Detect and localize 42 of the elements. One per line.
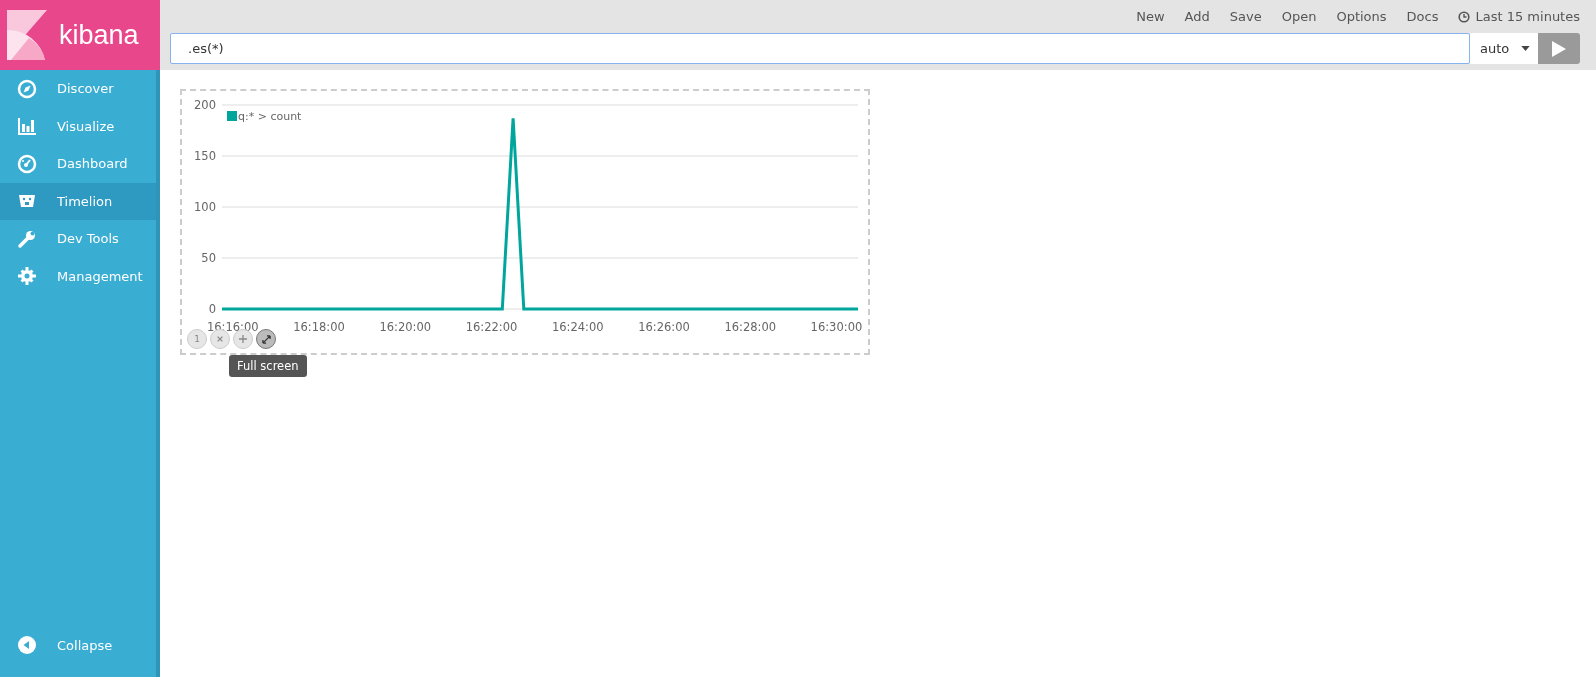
collapse-icon <box>17 635 37 656</box>
expression-input[interactable]: .es(*) <box>170 33 1470 64</box>
tooltip: Full screen <box>229 355 307 377</box>
x-tick-label: 16:16:00 <box>206 320 259 334</box>
menu-link[interactable]: New <box>1136 9 1165 24</box>
nav-item[interactable]: Timelion <box>0 182 156 220</box>
x-tick-label: 16:20:00 <box>379 320 432 334</box>
brand-name: kibana <box>59 19 139 51</box>
y-tick-label: 50 <box>201 251 216 265</box>
logo-icon <box>7 10 47 60</box>
time-picker[interactable]: Last 15 minutes <box>1458 9 1580 24</box>
x-tick-label: 16:22:00 <box>465 320 518 334</box>
bar-chart-icon <box>17 116 37 137</box>
gauge-icon <box>17 153 37 174</box>
menu-link[interactable]: Docs <box>1406 9 1439 24</box>
x-tick-label: 16:18:00 <box>293 320 345 334</box>
y-tick-label: 100 <box>194 200 216 214</box>
x-tick-label: 16:26:00 <box>638 320 690 334</box>
x-tick-label: 16:28:00 <box>724 320 777 334</box>
interval-select[interactable]: auto <box>1470 33 1538 64</box>
play-icon <box>1552 40 1566 57</box>
reset-button[interactable] <box>210 329 230 349</box>
menu-link[interactable]: Options <box>1336 9 1387 24</box>
caret-icon <box>1521 46 1530 51</box>
close-icon <box>216 335 224 343</box>
y-tick-label: 0 <box>208 302 216 316</box>
x-tick-label: 16:30:00 <box>810 320 863 334</box>
wrench-icon <box>17 228 37 249</box>
menu-link[interactable]: Save <box>1229 9 1262 24</box>
compass-icon <box>17 78 37 99</box>
x-tick-label: 16:24:00 <box>551 320 604 334</box>
run-button[interactable] <box>1538 33 1580 64</box>
clock-icon <box>1458 10 1471 23</box>
settings-icon <box>17 266 37 287</box>
y-tick-label: 200 <box>194 98 216 112</box>
fullscreen-button[interactable] <box>256 329 276 349</box>
legend-label: q:* > count <box>238 110 302 123</box>
move-icon <box>239 335 247 343</box>
menu-link[interactable]: Open <box>1281 9 1317 24</box>
expand-icon <box>261 334 271 344</box>
y-tick-label: 150 <box>194 149 216 163</box>
menu-link[interactable]: Add <box>1184 9 1210 24</box>
